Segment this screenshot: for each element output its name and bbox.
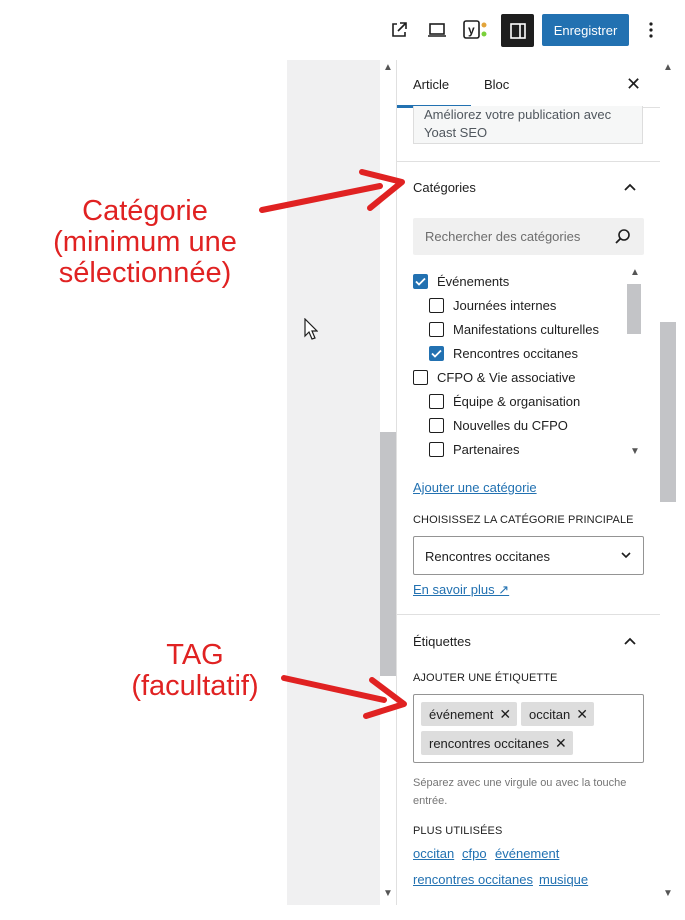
checkbox-icon[interactable] <box>429 321 444 337</box>
checkbox-icon[interactable] <box>413 369 428 385</box>
primary-category-label: Choisissez la catégorie principale <box>413 514 634 526</box>
categories-panel-title[interactable]: Catégories <box>413 180 476 195</box>
annotation-line: Catégorie <box>82 195 208 227</box>
settings-sidebar: Article Bloc ✕ Améliorez votre publicati… <box>396 60 660 905</box>
chevron-up-icon[interactable] <box>623 634 637 648</box>
category-label: Nouvelles du CFPO <box>453 417 568 433</box>
category-list-scroll-thumb[interactable] <box>627 284 641 334</box>
tab-bloc[interactable]: Bloc <box>484 77 509 92</box>
category-label: Événements <box>437 273 510 289</box>
most-used-tag-link[interactable]: événement <box>495 846 559 861</box>
tag-annotation: TAG (facultatif) <box>100 640 290 702</box>
tag-arrow-icon <box>281 675 407 719</box>
laptop-icon[interactable] <box>422 14 452 46</box>
select-value: Rencontres occitanes <box>425 549 551 564</box>
primary-category-select[interactable]: Rencontres occitanes <box>413 536 644 575</box>
tag-label: rencontres occitanes <box>429 735 549 751</box>
tag-chip: événement ✕ <box>421 702 518 726</box>
scroll-up-icon[interactable]: ▲ <box>627 267 643 278</box>
tag-chip: rencontres occitanes ✕ <box>421 731 573 755</box>
remove-tag-icon[interactable]: ✕ <box>499 706 511 723</box>
sidebar-tabs: Article Bloc ✕ <box>397 60 660 108</box>
annotation-line: sélectionnée) <box>58 257 232 289</box>
tag-label: événement <box>429 706 494 722</box>
sidebar-toggle-icon[interactable] <box>501 14 534 47</box>
category-item[interactable]: Partenaires <box>429 437 519 461</box>
category-item[interactable]: Nouvelles du CFPO <box>429 413 568 437</box>
category-label: Manifestations culturelles <box>453 321 599 337</box>
category-label: Rencontres occitanes <box>453 345 579 361</box>
annotation-line: (minimum une <box>53 226 237 258</box>
scroll-up-icon[interactable]: ▲ <box>380 62 396 73</box>
category-label: CFPO & Vie associative <box>437 369 576 385</box>
checkbox-icon[interactable] <box>429 441 444 457</box>
category-item[interactable]: Équipe & organisation <box>429 389 580 413</box>
checkbox-icon[interactable] <box>429 297 444 313</box>
category-label: Journées internes <box>453 297 557 313</box>
tag-label: occitan <box>529 706 571 722</box>
tag-input-field[interactable]: événement ✕ occitan ✕ rencontres occitan… <box>413 694 644 763</box>
tab-article[interactable]: Article <box>413 77 449 92</box>
checkbox-checked-icon[interactable] <box>429 345 444 361</box>
category-item[interactable]: Manifestations culturelles <box>429 317 599 341</box>
add-tag-label: Ajouter une étiquette <box>413 672 558 684</box>
category-item[interactable]: Rencontres occitanes <box>429 341 578 365</box>
remove-tag-icon[interactable]: ✕ <box>576 706 588 723</box>
most-used-tag-link[interactable]: cfpo <box>462 846 487 861</box>
most-used-tag-link[interactable]: rencontres occitanes <box>413 872 533 887</box>
divider <box>397 614 660 615</box>
external-link-icon[interactable] <box>384 14 414 46</box>
category-arrow-icon <box>259 169 405 213</box>
category-item[interactable]: CFPO & Vie associative <box>413 365 575 389</box>
chevron-up-icon[interactable] <box>623 180 637 194</box>
checkbox-icon[interactable] <box>429 393 444 409</box>
yoast-icon[interactable]: y <box>460 14 490 46</box>
scroll-down-icon[interactable]: ▼ <box>380 888 396 899</box>
tag-help-text: Séparez avec une virgule ou avec la touc… <box>413 777 627 807</box>
remove-tag-icon[interactable]: ✕ <box>555 735 567 752</box>
category-list: Événements Journées internes Manifestati… <box>413 265 644 461</box>
category-label: Partenaires <box>453 441 520 457</box>
close-icon[interactable]: ✕ <box>626 74 641 95</box>
chevron-down-icon <box>621 552 631 559</box>
most-used-tag-link[interactable]: occitan <box>413 846 454 861</box>
category-annotation: Catégorie (minimum une sélectionnée) <box>20 196 270 289</box>
sidebar-scroll-thumb[interactable] <box>660 322 676 502</box>
category-label: Équipe & organisation <box>453 393 581 409</box>
annotation-line: (facultatif) <box>131 670 259 702</box>
save-button[interactable]: Enregistrer <box>542 14 629 46</box>
scroll-up-icon[interactable]: ▲ <box>660 62 676 73</box>
category-item[interactable]: Journées internes <box>429 293 556 317</box>
category-search-input[interactable]: Rechercher des catégories <box>413 218 644 255</box>
svg-text:y: y <box>468 23 475 37</box>
search-icon <box>615 229 630 244</box>
canvas-scroll-thumb[interactable] <box>380 432 396 676</box>
tag-chip: occitan ✕ <box>521 702 594 726</box>
add-category-link[interactable]: Ajouter une catégorie <box>413 480 537 495</box>
category-item[interactable]: Événements <box>413 269 509 293</box>
divider <box>397 161 660 162</box>
most-used-tag-link[interactable]: musique <box>539 872 588 887</box>
annotation-line: TAG <box>166 639 224 671</box>
mouse-cursor-icon <box>304 317 319 345</box>
learn-more-link[interactable]: En savoir plus ↗ <box>413 582 509 598</box>
scroll-down-icon[interactable]: ▼ <box>660 888 676 899</box>
checkbox-checked-icon[interactable] <box>413 273 428 289</box>
tags-panel-title[interactable]: Étiquettes <box>413 634 471 649</box>
most-used-label: Plus utilisées <box>413 825 503 837</box>
more-vertical-icon[interactable] <box>636 14 666 46</box>
yoast-prompt[interactable]: Améliorez votre publication avec Yoast S… <box>413 106 643 144</box>
search-placeholder: Rechercher des catégories <box>425 229 581 244</box>
editor-toolbar: y Enregistrer <box>0 0 685 60</box>
checkbox-icon[interactable] <box>429 417 444 433</box>
scroll-down-icon[interactable]: ▼ <box>627 446 643 457</box>
